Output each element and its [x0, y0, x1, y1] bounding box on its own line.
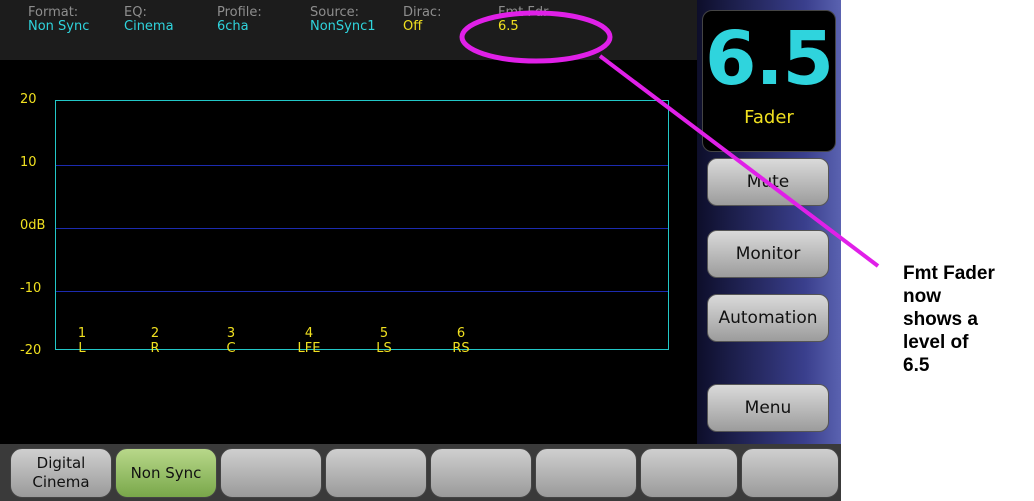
highlight-ellipse	[459, 10, 613, 64]
callout-line-2: now	[903, 286, 941, 307]
callout-line-4: level of	[903, 332, 969, 353]
callout-line-3: shows a	[903, 309, 978, 330]
callout-line-5: 6.5	[903, 355, 930, 376]
callout-line	[598, 54, 880, 268]
callout-text: Fmt Fader now shows a level of 6.5	[903, 262, 1033, 377]
annotation-overlay	[459, 10, 880, 268]
callout-line-1: Fmt Fader	[903, 263, 995, 284]
